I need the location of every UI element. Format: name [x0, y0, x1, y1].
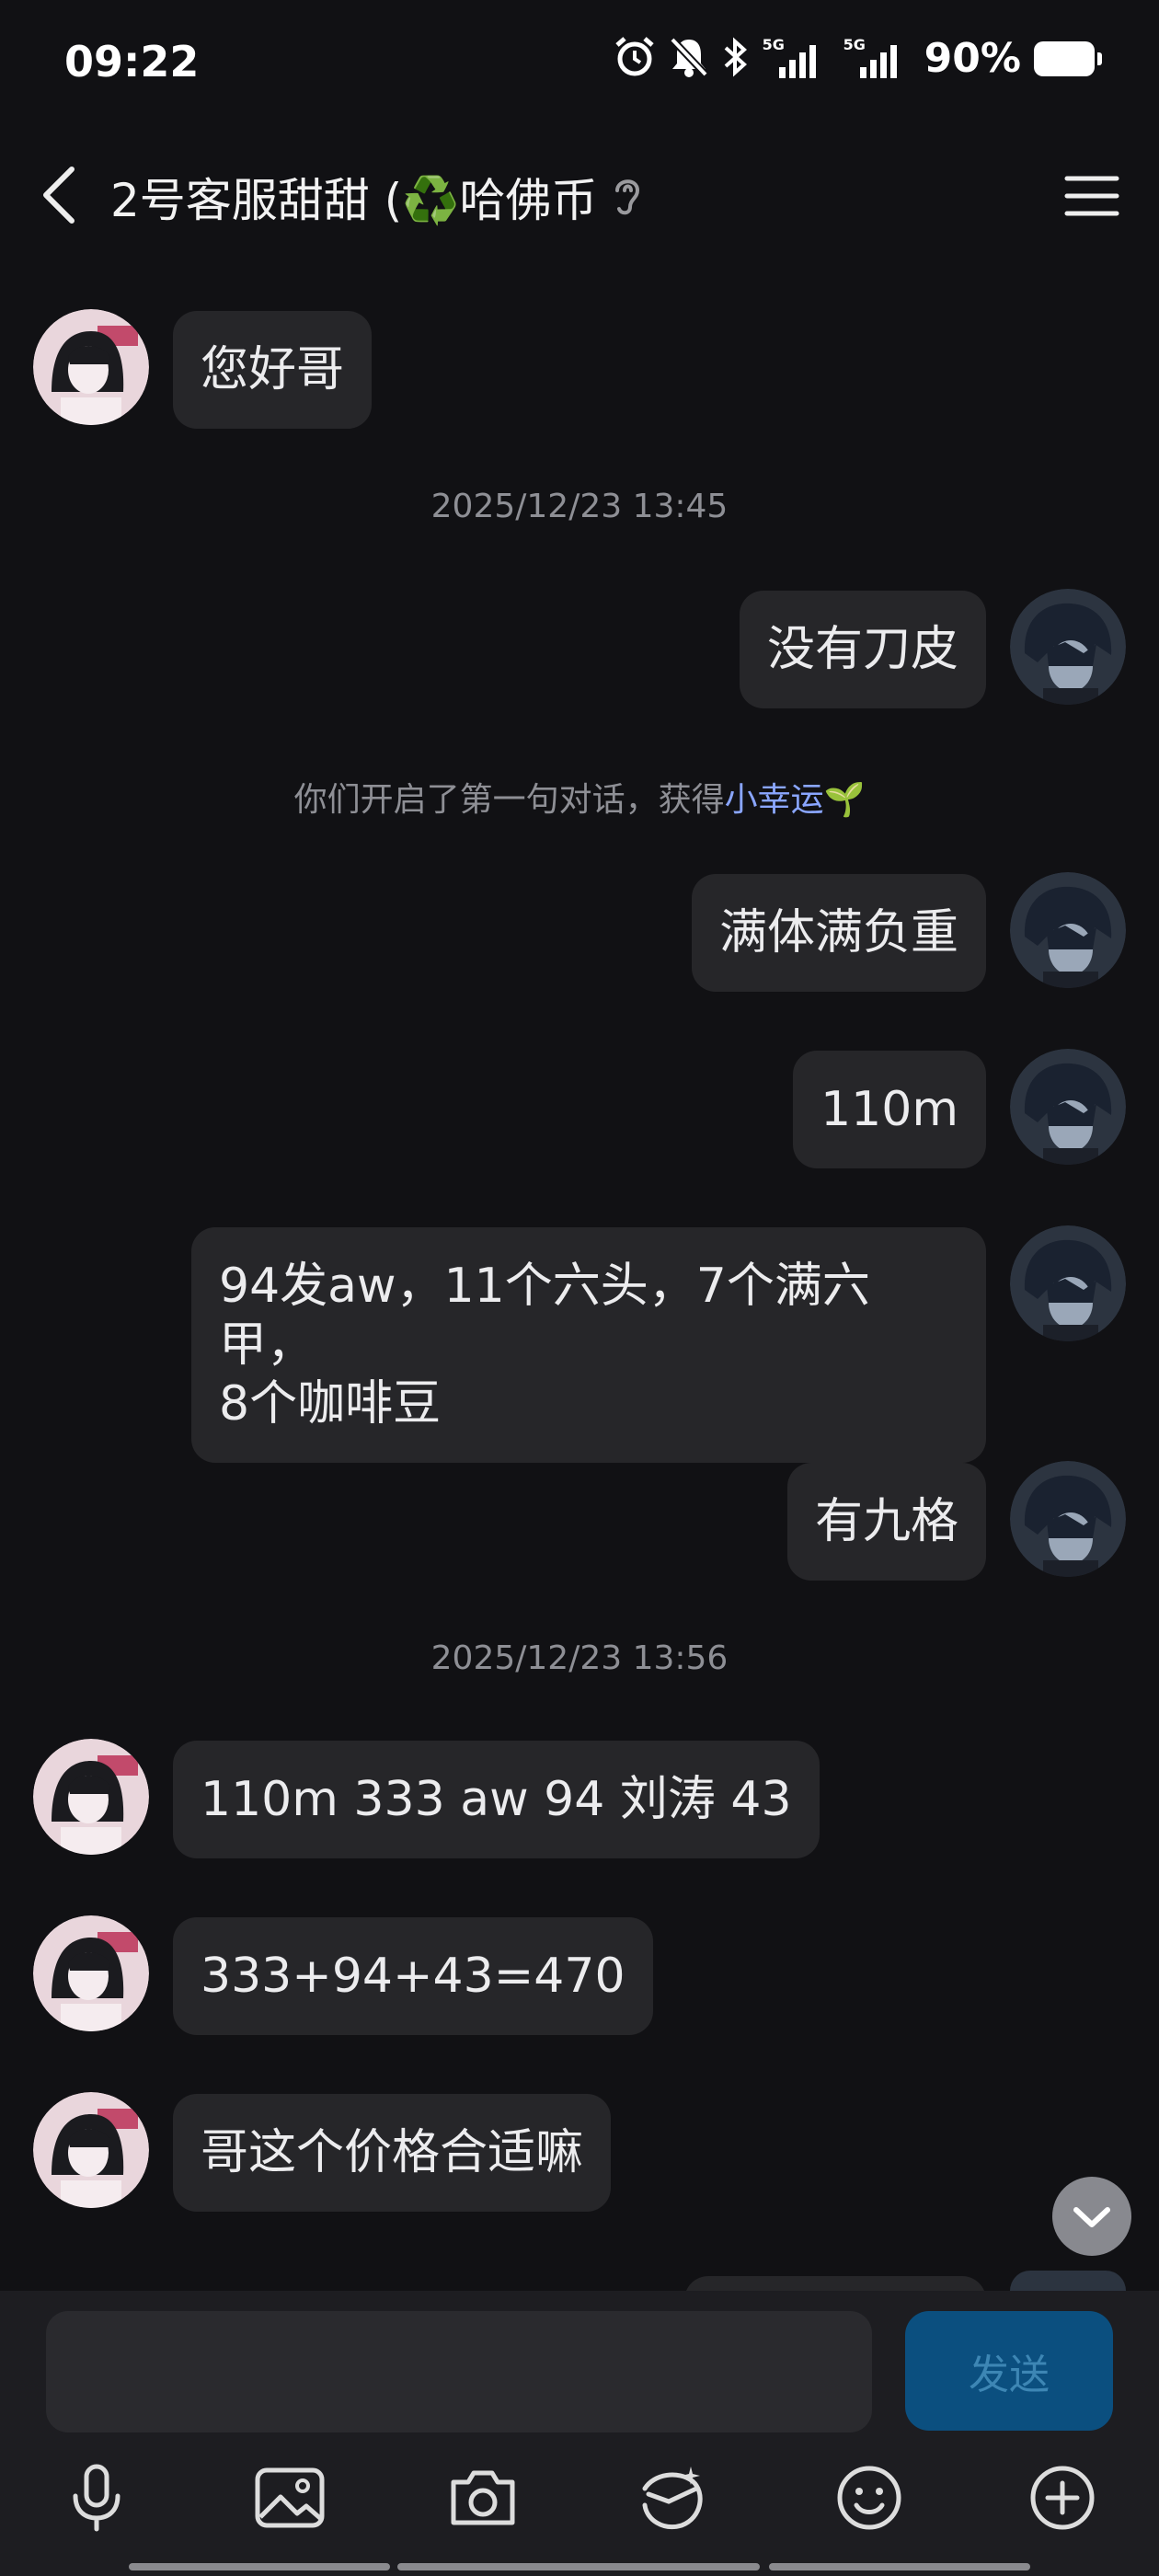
avatar[interactable] [1010, 872, 1126, 988]
input-bar: 发送 [0, 2291, 1159, 2576]
back-arrow-icon [43, 167, 75, 224]
chat-title-group[interactable]: 2号客服甜甜 (♻️哈佛币 [110, 164, 647, 230]
ear-icon[interactable] [608, 172, 647, 222]
scroll-to-bottom-button[interactable] [1052, 2177, 1131, 2256]
message-input[interactable] [46, 2311, 872, 2432]
battery-percent: 90% [924, 35, 1021, 82]
message-bubble[interactable]: 333+94+43=470 [173, 1917, 653, 2035]
message-bubble[interactable]: 110m [793, 1051, 986, 1168]
message-bubble[interactable]: 有九格 [786, 1463, 986, 1581]
timestamp: 2025/12/23 13:45 [430, 488, 729, 525]
alarm-icon [614, 36, 656, 82]
plus-icon [1030, 2466, 1095, 2530]
message-bubble[interactable]: 满体满负重 [691, 874, 986, 992]
avatar[interactable] [33, 1915, 149, 2031]
message-bubble[interactable]: 哥这个价格合适嘛 [173, 2094, 612, 2212]
tab-indicator [769, 2563, 1030, 2570]
gallery-button[interactable] [248, 2456, 331, 2539]
system-message-text: 你们开启了第一句对话，获得 [293, 781, 725, 819]
avatar[interactable] [33, 1739, 149, 1855]
mute-bell-icon [669, 36, 709, 82]
status-time: 09:22 [64, 37, 200, 86]
red-packet-button[interactable] [631, 2456, 714, 2539]
camera-button[interactable] [442, 2456, 524, 2539]
message-bubble[interactable]: 94发aw，11个六头，7个满六甲， 8个咖啡豆 [191, 1227, 986, 1463]
toolbar [0, 2456, 1159, 2548]
emoji-icon [837, 2466, 901, 2530]
timestamp: 2025/12/23 13:56 [430, 1639, 729, 1677]
avatar[interactable] [1010, 1049, 1126, 1165]
lucky-link[interactable]: 小幸运 [725, 781, 824, 819]
tab-indicator [129, 2563, 390, 2570]
system-message: 你们开启了第一句对话，获得小幸运🌱 [0, 773, 1159, 821]
signal-icon: 5G [843, 36, 912, 82]
emoji-button[interactable] [828, 2456, 911, 2539]
message-line: 94发aw，11个六头，7个满六甲， [219, 1259, 870, 1373]
voice-button[interactable] [55, 2456, 138, 2539]
message-line: 8个咖啡豆 [219, 1376, 442, 1432]
message-bubble[interactable]: 没有刀皮 [739, 591, 986, 708]
avatar[interactable] [1010, 1225, 1126, 1341]
message-bubble[interactable]: 您好哥 [173, 311, 373, 429]
chevron-down-icon [1073, 2207, 1110, 2227]
microphone-icon [73, 2464, 120, 2532]
message-bubble[interactable]: 110m 333 aw 94 刘涛 43 [173, 1741, 820, 1858]
signal-icon: 5G [763, 36, 831, 82]
avatar [1010, 2271, 1126, 2291]
battery-icon [1034, 40, 1102, 76]
send-button[interactable]: 发送 [905, 2311, 1113, 2431]
menu-icon [1064, 176, 1119, 216]
sprout-icon: 🌱 [823, 781, 866, 819]
camera-icon [451, 2470, 515, 2525]
image-icon [255, 2467, 325, 2528]
more-button[interactable] [1021, 2456, 1104, 2539]
avatar[interactable] [1010, 589, 1126, 705]
chat-header: 2号客服甜甜 (♻️哈佛币 [0, 138, 1159, 253]
message-list[interactable]: 您好哥 2025/12/23 13:45 没有刀皮 你们开启了第一句对话，获得小… [0, 276, 1159, 2313]
status-bar: 09:22 5G 5G 90% [0, 0, 1159, 129]
avatar[interactable] [33, 309, 149, 425]
bluetooth-icon [722, 36, 750, 82]
back-button[interactable] [37, 158, 92, 232]
menu-button[interactable] [1061, 166, 1122, 226]
tab-indicator [397, 2563, 760, 2570]
chat-title: 2号客服甜甜 (♻️哈佛币 [110, 174, 598, 227]
avatar[interactable] [33, 2092, 149, 2208]
avatar[interactable] [1010, 1461, 1126, 1577]
system-icons: 5G 5G 90% [614, 35, 1102, 82]
hongbao-icon [642, 2467, 703, 2529]
